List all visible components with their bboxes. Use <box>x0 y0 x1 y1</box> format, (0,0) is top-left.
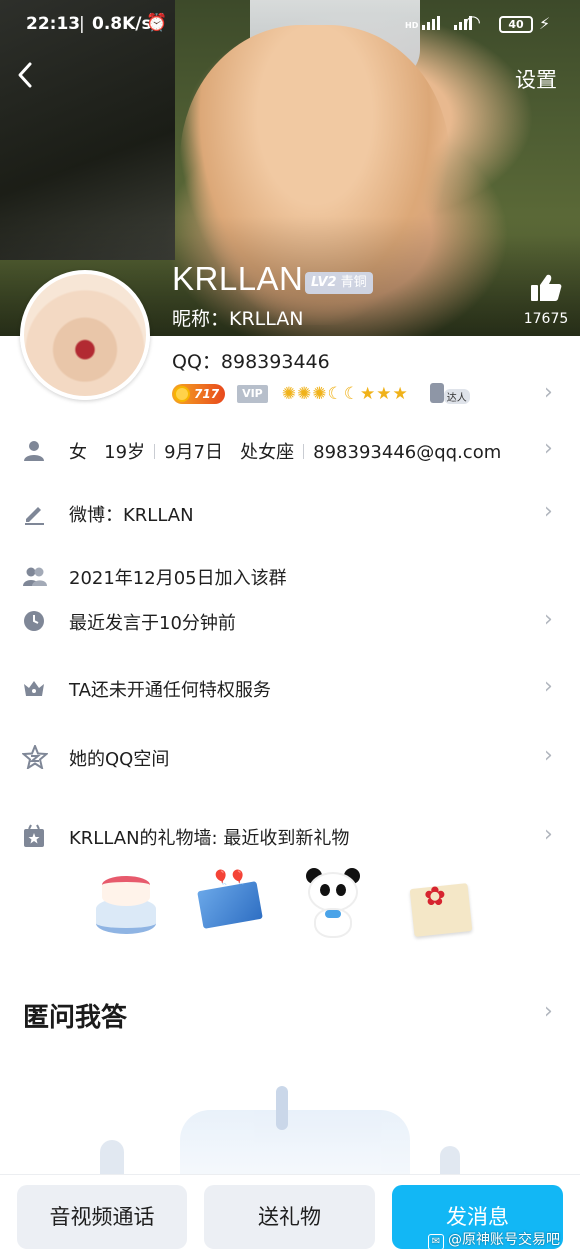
gift-wall-row[interactable]: KRLLAN的礼物墙: 最近收到新礼物 › <box>0 814 580 858</box>
status-separator: | <box>79 14 85 34</box>
battery-level: 40 <box>508 18 524 31</box>
anon-qa-illustration <box>100 1080 480 1180</box>
group-level-badge[interactable]: LV2 青铜 <box>305 272 373 294</box>
gift-cake[interactable] <box>88 864 158 944</box>
crown-icon <box>22 676 48 700</box>
chevron-right-icon: › <box>544 674 553 699</box>
chevron-right-icon: › <box>544 499 553 524</box>
signal-icons: HD <box>405 16 473 30</box>
battery-icon: 40 <box>499 16 533 33</box>
thumbs-up-icon <box>520 273 572 309</box>
status-time: 22:13 <box>26 14 81 34</box>
watermark-text: @原神账号交易吧 <box>448 1232 560 1248</box>
status-bar: 22:13 | 0.8K/s ⏰ HD ◠ 40 ⚡ <box>0 0 580 50</box>
anon-qa-title: 匿问我答 <box>23 1003 128 1033</box>
charging-icon: ⚡ <box>539 14 551 33</box>
gender: 女 <box>69 442 87 463</box>
zodiac: 处女座 <box>240 442 295 463</box>
back-arrow-icon <box>18 62 32 88</box>
group-level: LV2 <box>311 275 337 290</box>
basic-info: 女 19岁 9月7日 处女座 898393446@qq.com <box>69 438 501 464</box>
like-count: 17675 <box>523 311 569 327</box>
chevron-right-icon: › <box>544 380 553 405</box>
privilege-label: TA还未开通任何特权服务 <box>69 680 271 701</box>
settings-button[interactable]: 设置 <box>515 64 557 94</box>
basic-info-row[interactable]: 女 19岁 9月7日 处女座 898393446@qq.com › <box>0 428 580 472</box>
avatar[interactable] <box>20 270 150 400</box>
weibo-row[interactable]: 微博：KRLLAN › <box>0 491 580 535</box>
watermark: ✉ @原神账号交易吧 <box>428 1229 560 1250</box>
back-button[interactable] <box>14 60 40 90</box>
profile-nickname: 昵称：KRLLAN <box>172 308 304 330</box>
gift-box-icon <box>22 824 48 848</box>
email: 898393446@qq.com <box>313 442 502 463</box>
gift-rose-card[interactable]: ✿ <box>404 864 474 944</box>
weibo-label: 微博：KRLLAN <box>69 505 194 526</box>
group-level-title: 青铜 <box>340 275 367 290</box>
balloons-icon: 🎈🎈 <box>212 870 247 886</box>
video-call-button[interactable]: 音视频通话 <box>17 1185 187 1249</box>
chevron-right-icon: › <box>544 822 553 847</box>
network-label: HD <box>405 21 419 30</box>
chevron-right-icon[interactable]: › <box>544 999 553 1024</box>
wifi-icon: ◠ <box>466 12 480 33</box>
chevron-right-icon: › <box>544 607 553 632</box>
like-button[interactable]: 17675 <box>520 273 572 327</box>
send-gift-button[interactable]: 送礼物 <box>204 1185 375 1249</box>
status-speed: 0.8K/s <box>92 14 152 34</box>
alarm-icon: ⏰ <box>146 13 168 33</box>
privilege-row[interactable]: TA还未开通任何特权服务 › <box>0 666 580 710</box>
chevron-right-icon: › <box>544 436 553 461</box>
profile-name: KRLLAN <box>172 260 304 297</box>
gift-wall-list: 🎈🎈 ✿ <box>80 864 500 954</box>
join-date-row: 2021年12月05日加入该群 <box>0 554 580 598</box>
last-speak-label: 最近发言于10分钟前 <box>69 613 236 634</box>
gift-wall-label: KRLLAN的礼物墙: 最近收到新礼物 <box>69 828 350 849</box>
group-members-icon <box>22 564 48 588</box>
qzone-label: 她的QQ空间 <box>69 749 170 770</box>
chevron-right-icon: › <box>544 743 553 768</box>
gift-panda[interactable] <box>298 864 368 944</box>
edit-pen-icon <box>22 501 48 525</box>
person-icon <box>22 438 48 462</box>
weibo-logo-icon: ✉ <box>428 1234 444 1250</box>
signal-icon-1: HD <box>405 16 441 30</box>
qzone-row[interactable]: 她的QQ空间 › <box>0 735 580 779</box>
qzone-star-icon <box>20 743 50 771</box>
birthday: 9月7日 <box>164 442 223 463</box>
join-date-label: 2021年12月05日加入该群 <box>69 568 287 589</box>
bow-icon: ✿ <box>424 882 446 912</box>
last-speak-row[interactable]: 最近发言于10分钟前 › <box>0 599 580 643</box>
age: 19岁 <box>104 442 146 463</box>
clock-icon <box>22 609 48 633</box>
gift-birthday-card[interactable]: 🎈🎈 <box>194 864 264 944</box>
qq-number: QQ：898393446 <box>172 351 330 373</box>
